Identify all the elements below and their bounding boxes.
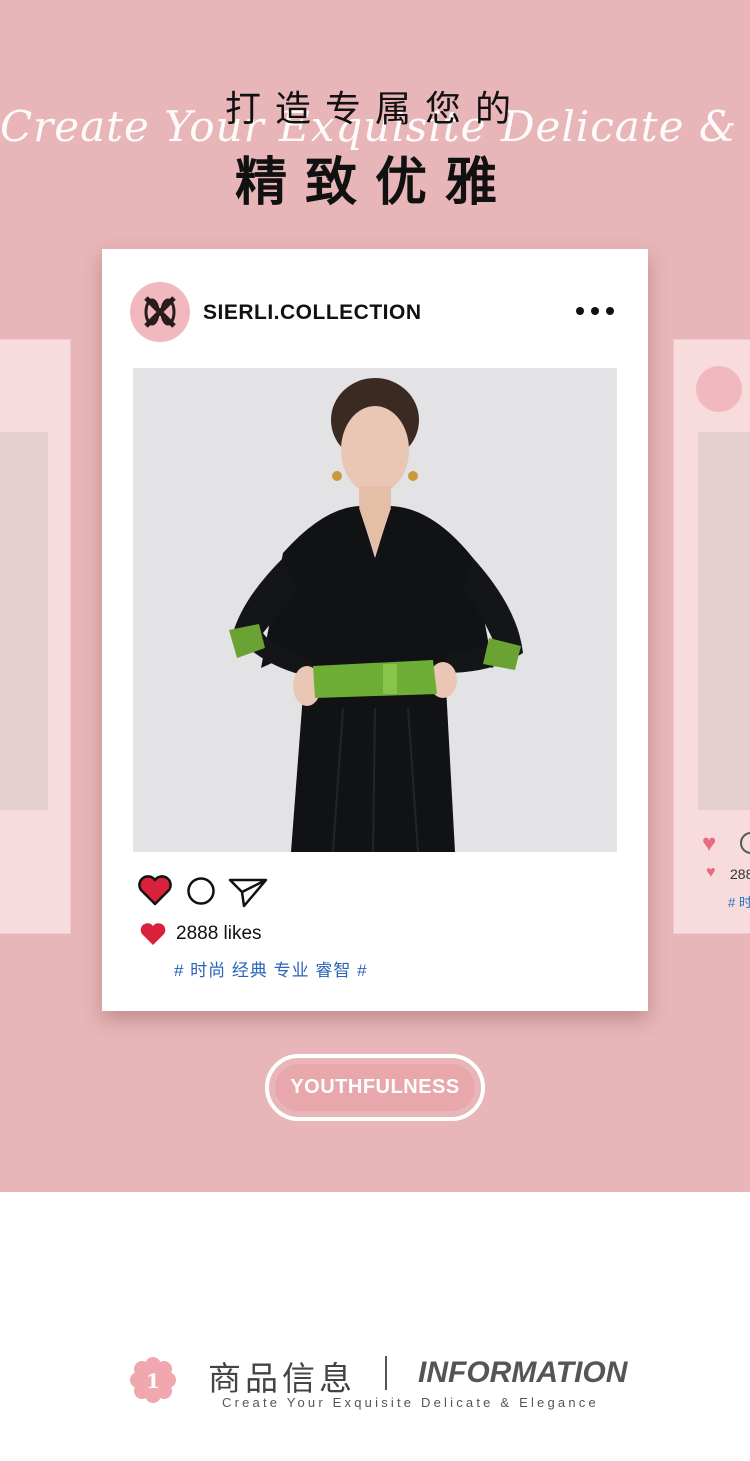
heart-small-icon — [140, 923, 166, 945]
post-card: SIERLI.COLLECTION 2888 likes # 时尚 经典 专业 … — [102, 249, 648, 1011]
brand-avatar[interactable] — [130, 282, 190, 342]
brand-logo-icon — [144, 296, 176, 328]
side-card-left — [0, 339, 71, 934]
likes-count: 2888 likes — [176, 923, 262, 944]
brand-logo-icon — [696, 366, 742, 412]
badge-label: YOUTHFULNESS — [275, 1064, 475, 1111]
heart-icon: ♥ — [702, 830, 717, 857]
side-card-image-placeholder — [0, 432, 48, 810]
account-name[interactable]: SIERLI.COLLECTION — [203, 301, 422, 325]
side-card-image-placeholder — [698, 432, 750, 810]
more-dots-icon[interactable] — [576, 307, 614, 317]
section-title-cn: 商品信息 — [208, 1359, 356, 1398]
hero-title-top: 打造专属您的 — [224, 89, 525, 130]
side-likes-text: 288 — [730, 866, 750, 882]
heart-icon[interactable] — [138, 874, 172, 906]
send-icon[interactable] — [228, 876, 268, 908]
section-number: 1 — [146, 1369, 160, 1393]
section-title-en: INFORMATION — [418, 1356, 628, 1389]
comment-icon[interactable] — [186, 876, 216, 906]
hero-section: Create Your Exquisite Delicate & Eleganc… — [0, 0, 750, 1192]
post-photo — [133, 368, 617, 852]
hero-title-main: 精致优雅 — [234, 153, 515, 213]
comment-icon — [740, 832, 750, 854]
flower-number-icon: 1 — [130, 1357, 176, 1403]
section-subtitle: Create Your Exquisite Delicate & Eleganc… — [222, 1395, 599, 1410]
section-divider — [385, 1356, 387, 1390]
side-card-right: ♥ ♥ 288 # 时 — [673, 339, 750, 934]
youthfulness-badge: YOUTHFULNESS — [265, 1054, 485, 1121]
side-tags-text: # 时 — [728, 895, 750, 910]
hashtags[interactable]: # 时尚 经典 专业 睿智 # — [174, 956, 368, 981]
heart-small-icon: ♥ — [706, 864, 716, 881]
post-actions — [138, 874, 278, 910]
